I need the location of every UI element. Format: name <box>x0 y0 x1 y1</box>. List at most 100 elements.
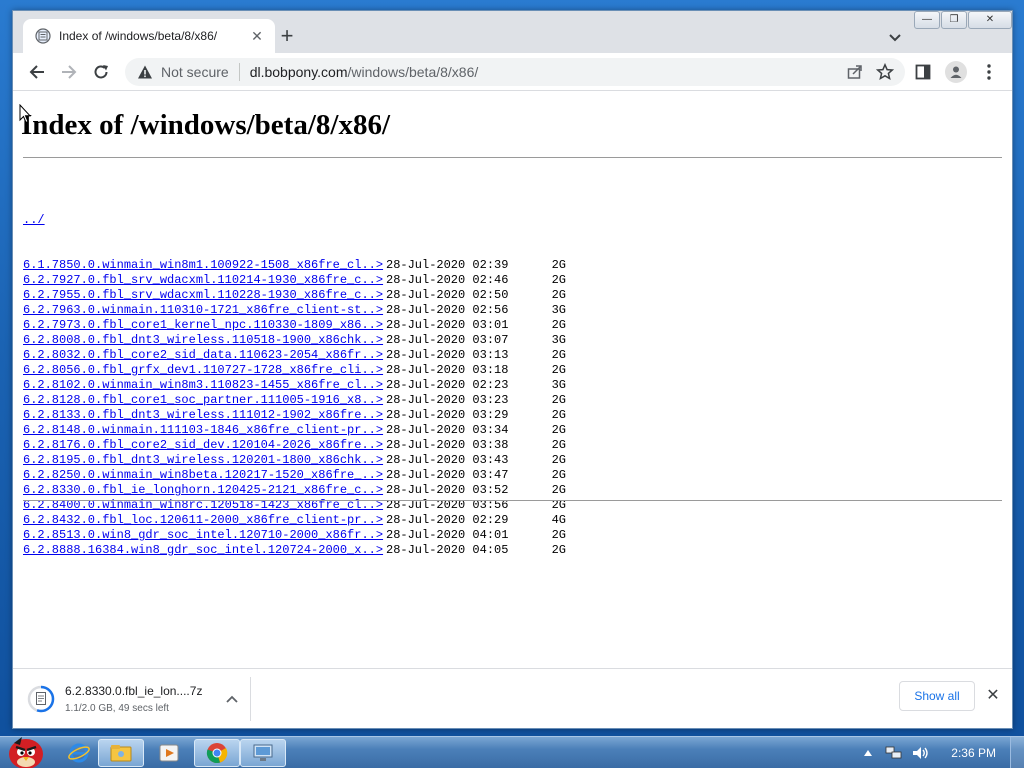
table-row: 6.2.8032.0.fbl_core2_sid_data.110623-205… <box>23 348 566 363</box>
minimize-button[interactable]: — <box>914 11 940 29</box>
file-size: 2G <box>551 348 566 362</box>
table-row: 6.2.8330.0.fbl_ie_longhorn.120425-2121_x… <box>23 483 566 498</box>
window-close-button[interactable]: ✕ <box>968 11 1012 29</box>
file-size: 2G <box>551 438 566 452</box>
file-date: 28-Jul-2020 02:29 <box>386 513 509 527</box>
show-hidden-icons-icon[interactable] <box>859 744 877 762</box>
file-link[interactable]: 6.2.8128.0.fbl_core1_soc_partner.111005-… <box>23 393 386 408</box>
tab-title: Index of /windows/beta/8/x86/ <box>59 29 218 43</box>
file-link[interactable]: 6.1.7850.0.winmain_win8m1.100922-1508_x8… <box>23 258 386 273</box>
arrow-right-icon <box>62 65 77 79</box>
chevron-up-icon[interactable] <box>222 692 242 706</box>
file-link[interactable]: 6.2.7963.0.winmain.110310-1721_x86fre_cl… <box>23 303 386 318</box>
taskbar-internet-explorer[interactable] <box>56 739 102 767</box>
download-info: 6.2.8330.0.fbl_ie_lon....7z 1.1/2.0 GB, … <box>65 684 222 714</box>
url-host: dl.bobpony.com <box>249 64 348 80</box>
file-link[interactable]: 6.2.8133.0.fbl_dnt3_wireless.111012-1902… <box>23 408 386 423</box>
show-desktop-button[interactable] <box>1010 737 1024 768</box>
address-bar[interactable]: Not secure dl.bobpony.com/windows/beta/8… <box>125 58 905 86</box>
browser-window: Index of /windows/beta/8/x86/ ✕ + — ❐ ✕ <box>12 10 1013 729</box>
person-icon <box>950 66 962 78</box>
share-icon[interactable] <box>845 62 865 82</box>
url-path: /windows/beta/8/x86/ <box>347 64 479 80</box>
file-explorer-icon <box>110 745 132 762</box>
taskbar-file-explorer[interactable] <box>98 739 144 767</box>
tab-search-chevron-icon[interactable] <box>883 25 907 49</box>
file-date: 28-Jul-2020 03:47 <box>386 468 509 482</box>
file-link[interactable]: 6.2.8250.0.winmain_win8beta.120217-1520_… <box>23 468 386 483</box>
security-label[interactable]: Not secure <box>161 64 229 80</box>
file-link[interactable]: 6.2.8032.0.fbl_core2_sid_data.110623-205… <box>23 348 386 363</box>
file-size: 2G <box>551 318 566 332</box>
file-link[interactable]: 6.2.8176.0.fbl_core2_sid_dev.120104-2026… <box>23 438 386 453</box>
profile-button[interactable] <box>942 59 970 85</box>
taskbar-chrome[interactable] <box>194 739 240 767</box>
file-link[interactable]: 6.2.7973.0.fbl_core1_kernel_npc.110330-1… <box>23 318 386 333</box>
file-link[interactable]: 6.2.8888.16384.win8_gdr_soc_intel.120724… <box>23 543 386 558</box>
menu-button[interactable] <box>975 59 1003 85</box>
table-row: 6.2.8056.0.fbl_grfx_dev1.110727-1728_x86… <box>23 363 566 378</box>
file-size: 2G <box>551 453 566 467</box>
file-link[interactable]: 6.2.8056.0.fbl_grfx_dev1.110727-1728_x86… <box>23 363 386 378</box>
side-panel-icon <box>915 64 931 80</box>
download-filename: 6.2.8330.0.fbl_ie_lon....7z <box>65 684 203 698</box>
star-icon[interactable] <box>875 62 895 82</box>
reload-button[interactable] <box>87 59 115 85</box>
file-link[interactable]: 6.2.8195.0.fbl_dnt3_wireless.120201-1800… <box>23 453 386 468</box>
restore-button[interactable]: ❐ <box>941 11 967 29</box>
warning-triangle-icon[interactable] <box>137 64 153 80</box>
file-link[interactable]: 6.2.8432.0.fbl_loc.120611-2000_x86fre_cl… <box>23 513 386 528</box>
file-date: 28-Jul-2020 03:34 <box>386 423 509 437</box>
page-title: Index of /windows/beta/8/x86/ <box>21 109 390 141</box>
volume-icon[interactable] <box>911 744 929 762</box>
table-row: 6.2.7973.0.fbl_core1_kernel_npc.110330-1… <box>23 318 566 333</box>
tab-index[interactable]: Index of /windows/beta/8/x86/ ✕ <box>23 19 275 53</box>
shelf-close-icon[interactable]: ✕ <box>983 686 1003 706</box>
file-link[interactable]: 6.2.8330.0.fbl_ie_longhorn.120425-2121_x… <box>23 483 386 498</box>
new-tab-button[interactable]: + <box>273 23 301 51</box>
parent-directory-link[interactable]: ../ <box>23 213 45 228</box>
file-link[interactable]: 6.2.7927.0.fbl_srv_wdacxml.110214-1930_x… <box>23 273 386 288</box>
file-date: 28-Jul-2020 02:56 <box>386 303 509 317</box>
media-player-icon <box>159 744 179 762</box>
table-row: 6.2.7927.0.fbl_srv_wdacxml.110214-1930_x… <box>23 273 566 288</box>
download-item[interactable]: 6.2.8330.0.fbl_ie_lon....7z 1.1/2.0 GB, … <box>27 677 251 721</box>
file-date: 28-Jul-2020 03:18 <box>386 363 509 377</box>
file-link[interactable]: 6.2.8102.0.winmain_win8m3.110823-1455_x8… <box>23 378 386 393</box>
start-bird-icon[interactable] <box>4 733 48 768</box>
tab-close-icon[interactable]: ✕ <box>245 28 269 45</box>
table-row: 6.2.8432.0.fbl_loc.120611-2000_x86fre_cl… <box>23 513 566 528</box>
file-date: 28-Jul-2020 03:23 <box>386 393 509 407</box>
file-link[interactable]: 6.2.8148.0.winmain.111103-1846_x86fre_cl… <box>23 423 386 438</box>
taskbar-media-player[interactable] <box>146 739 192 767</box>
parent-row: ../ <box>23 213 566 228</box>
file-date: 28-Jul-2020 03:38 <box>386 438 509 452</box>
file-size: 2G <box>551 483 566 497</box>
page-content: Index of /windows/beta/8/x86/ ../ 6.1.78… <box>13 91 1012 668</box>
table-row: 6.2.8008.0.fbl_dnt3_wireless.110518-1900… <box>23 333 566 348</box>
table-row: 6.2.8250.0.winmain_win8beta.120217-1520_… <box>23 468 566 483</box>
forward-button[interactable] <box>55 59 83 85</box>
show-all-button[interactable]: Show all <box>899 681 975 711</box>
table-row: 6.2.8195.0.fbl_dnt3_wireless.120201-1800… <box>23 453 566 468</box>
file-link[interactable]: 6.2.8513.0.win8_gdr_soc_intel.120710-200… <box>23 528 386 543</box>
back-button[interactable] <box>23 59 51 85</box>
clock[interactable]: 2:36 PM <box>951 746 996 760</box>
side-panel-button[interactable] <box>909 59 937 85</box>
file-date: 28-Jul-2020 03:29 <box>386 408 509 422</box>
taskbar-network-app[interactable] <box>240 739 286 767</box>
table-row: 6.2.7963.0.winmain.110310-1721_x86fre_cl… <box>23 303 566 318</box>
download-shelf: 6.2.8330.0.fbl_ie_lon....7z 1.1/2.0 GB, … <box>13 668 1012 728</box>
url-text[interactable]: dl.bobpony.com/windows/beta/8/x86/ <box>250 64 845 80</box>
file-date: 28-Jul-2020 04:05 <box>386 543 509 557</box>
reload-icon <box>94 65 108 79</box>
file-date: 28-Jul-2020 02:50 <box>386 288 509 302</box>
network-icon[interactable] <box>885 744 903 762</box>
file-size: 2G <box>551 393 566 407</box>
file-listing: ../ 6.1.7850.0.winmain_win8m1.100922-150… <box>23 183 566 558</box>
file-link[interactable]: 6.2.7955.0.fbl_srv_wdacxml.110228-1930_x… <box>23 288 386 303</box>
browser-toolbar: Not secure dl.bobpony.com/windows/beta/8… <box>13 53 1012 91</box>
file-link[interactable]: 6.2.8008.0.fbl_dnt3_wireless.110518-1900… <box>23 333 386 348</box>
file-size: 3G <box>551 303 566 317</box>
avatar <box>945 61 967 83</box>
